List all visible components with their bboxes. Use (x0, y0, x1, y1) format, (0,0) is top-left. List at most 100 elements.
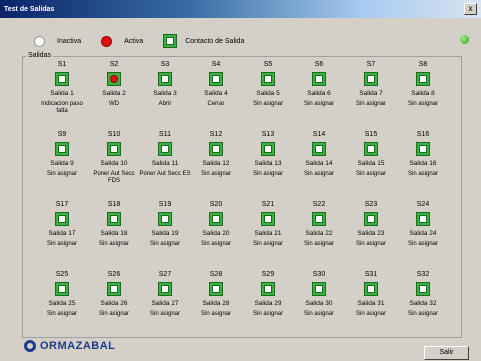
output-cell: S28 Salida 28 Sin asignar (189, 270, 243, 318)
output-name: Salida 22 (305, 230, 333, 237)
output-name: Salida 30 (305, 300, 333, 307)
output-description: Sin asignar (200, 241, 232, 247)
output-name: Salida 19 (151, 230, 179, 237)
output-cell: S2 Salida 2 WD (87, 60, 141, 108)
output-contact-checkbox[interactable] (364, 282, 378, 296)
output-name: Salida 17 (48, 230, 76, 237)
output-contact-checkbox[interactable] (416, 212, 430, 226)
output-contact-checkbox[interactable] (312, 142, 326, 156)
output-cell: S30 Salida 30 Sin asignar (292, 270, 346, 318)
output-state-indicator (315, 215, 323, 223)
output-description: Poner Aut Secc FDS (93, 171, 135, 184)
output-id: S10 (107, 131, 121, 138)
output-state-indicator (367, 75, 375, 83)
output-id: S7 (366, 61, 376, 68)
output-contact-checkbox[interactable] (209, 142, 223, 156)
output-cell: S16 Salida 16 Sin asignar (396, 130, 450, 178)
output-description: Sin asignar (407, 241, 439, 247)
output-contact-checkbox[interactable] (107, 142, 121, 156)
legend-active: Activa (101, 35, 144, 47)
output-name: Salida 15 (357, 160, 385, 167)
output-id: S9 (57, 131, 67, 138)
output-cell: S8 Salida 8 Sin asignar (396, 60, 450, 108)
output-id: S23 (364, 201, 378, 208)
output-state-indicator (264, 215, 272, 223)
output-id: S14 (312, 131, 326, 138)
output-contact-checkbox[interactable] (261, 282, 275, 296)
output-contact-checkbox[interactable] (209, 212, 223, 226)
output-id: S12 (209, 131, 223, 138)
output-contact-checkbox[interactable] (416, 282, 430, 296)
legend-contact-label: Contacto de Salida (185, 37, 245, 45)
output-contact-checkbox[interactable] (158, 282, 172, 296)
output-cell: S1 Salida 1 Indicacion paso falta (35, 60, 89, 115)
output-state-indicator (419, 75, 427, 83)
output-contact-checkbox[interactable] (55, 72, 69, 86)
output-contact-checkbox[interactable] (209, 72, 223, 86)
output-contact-checkbox[interactable] (364, 212, 378, 226)
output-description: Sin asignar (407, 101, 439, 107)
output-description: Sin asignar (303, 241, 335, 247)
output-state-indicator (110, 145, 118, 153)
output-contact-checkbox[interactable] (364, 72, 378, 86)
output-contact-checkbox[interactable] (312, 72, 326, 86)
output-contact-checkbox[interactable] (416, 142, 430, 156)
output-contact-checkbox[interactable] (107, 212, 121, 226)
output-state-indicator (264, 285, 272, 293)
output-contact-checkbox[interactable] (261, 142, 275, 156)
window-title: Test de Salidas (4, 5, 55, 13)
output-contact-checkbox[interactable] (107, 72, 121, 86)
output-description: Sin asignar (252, 241, 284, 247)
output-description: Sin asignar (355, 101, 387, 107)
output-state-indicator (315, 75, 323, 83)
output-cell: S22 Salida 22 Sin asignar (292, 200, 346, 248)
output-state-indicator (58, 215, 66, 223)
output-cell: S24 Salida 24 Sin asignar (396, 200, 450, 248)
output-contact-checkbox[interactable] (364, 142, 378, 156)
output-contact-checkbox[interactable] (312, 282, 326, 296)
output-name: Salida 26 (100, 300, 128, 307)
output-state-indicator (58, 145, 66, 153)
output-contact-checkbox[interactable] (209, 282, 223, 296)
output-contact-checkbox[interactable] (158, 142, 172, 156)
output-contact-checkbox[interactable] (261, 72, 275, 86)
output-contact-checkbox[interactable] (416, 72, 430, 86)
output-cell: S29 Salida 29 Sin asignar (241, 270, 295, 318)
output-description: Sin asignar (303, 101, 335, 107)
output-contact-checkbox[interactable] (55, 212, 69, 226)
output-state-indicator (315, 285, 323, 293)
output-contact-checkbox[interactable] (107, 282, 121, 296)
legend-inactive-label: Inactiva (57, 37, 82, 45)
output-id: S32 (416, 271, 430, 278)
output-contact-checkbox[interactable] (158, 72, 172, 86)
output-state-indicator (315, 145, 323, 153)
output-description: Cerrar (207, 101, 225, 107)
output-description: Sin asignar (355, 171, 387, 177)
output-name: Salida 7 (359, 90, 383, 97)
logo-text: ORMAZABAL (40, 340, 116, 352)
output-cell: S21 Salida 21 Sin asignar (241, 200, 295, 248)
output-state-indicator (110, 215, 118, 223)
output-name: Salida 11 (151, 160, 179, 167)
output-cell: S11 Salida 11 Poner Aut Secc ES (138, 130, 192, 178)
output-id: S22 (312, 201, 326, 208)
output-id: S27 (158, 271, 172, 278)
output-description: Sin asignar (200, 171, 232, 177)
output-contact-checkbox[interactable] (312, 212, 326, 226)
output-contact-checkbox[interactable] (261, 212, 275, 226)
output-description: Sin asignar (407, 171, 439, 177)
ormazabal-logo: ORMAZABAL (24, 340, 115, 352)
output-id: S19 (158, 201, 172, 208)
legend-active-label: Activa (124, 37, 144, 45)
output-name: Salida 24 (409, 230, 437, 237)
output-id: S29 (261, 271, 275, 278)
output-name: Salida 4 (204, 90, 228, 97)
output-cell: S20 Salida 20 Sin asignar (189, 200, 243, 248)
output-contact-checkbox[interactable] (55, 282, 69, 296)
exit-button[interactable]: Salir (424, 346, 469, 360)
output-state-indicator (419, 215, 427, 223)
output-state-indicator (161, 145, 169, 153)
output-contact-checkbox[interactable] (158, 212, 172, 226)
output-contact-checkbox[interactable] (55, 142, 69, 156)
close-button[interactable]: x (464, 3, 477, 15)
